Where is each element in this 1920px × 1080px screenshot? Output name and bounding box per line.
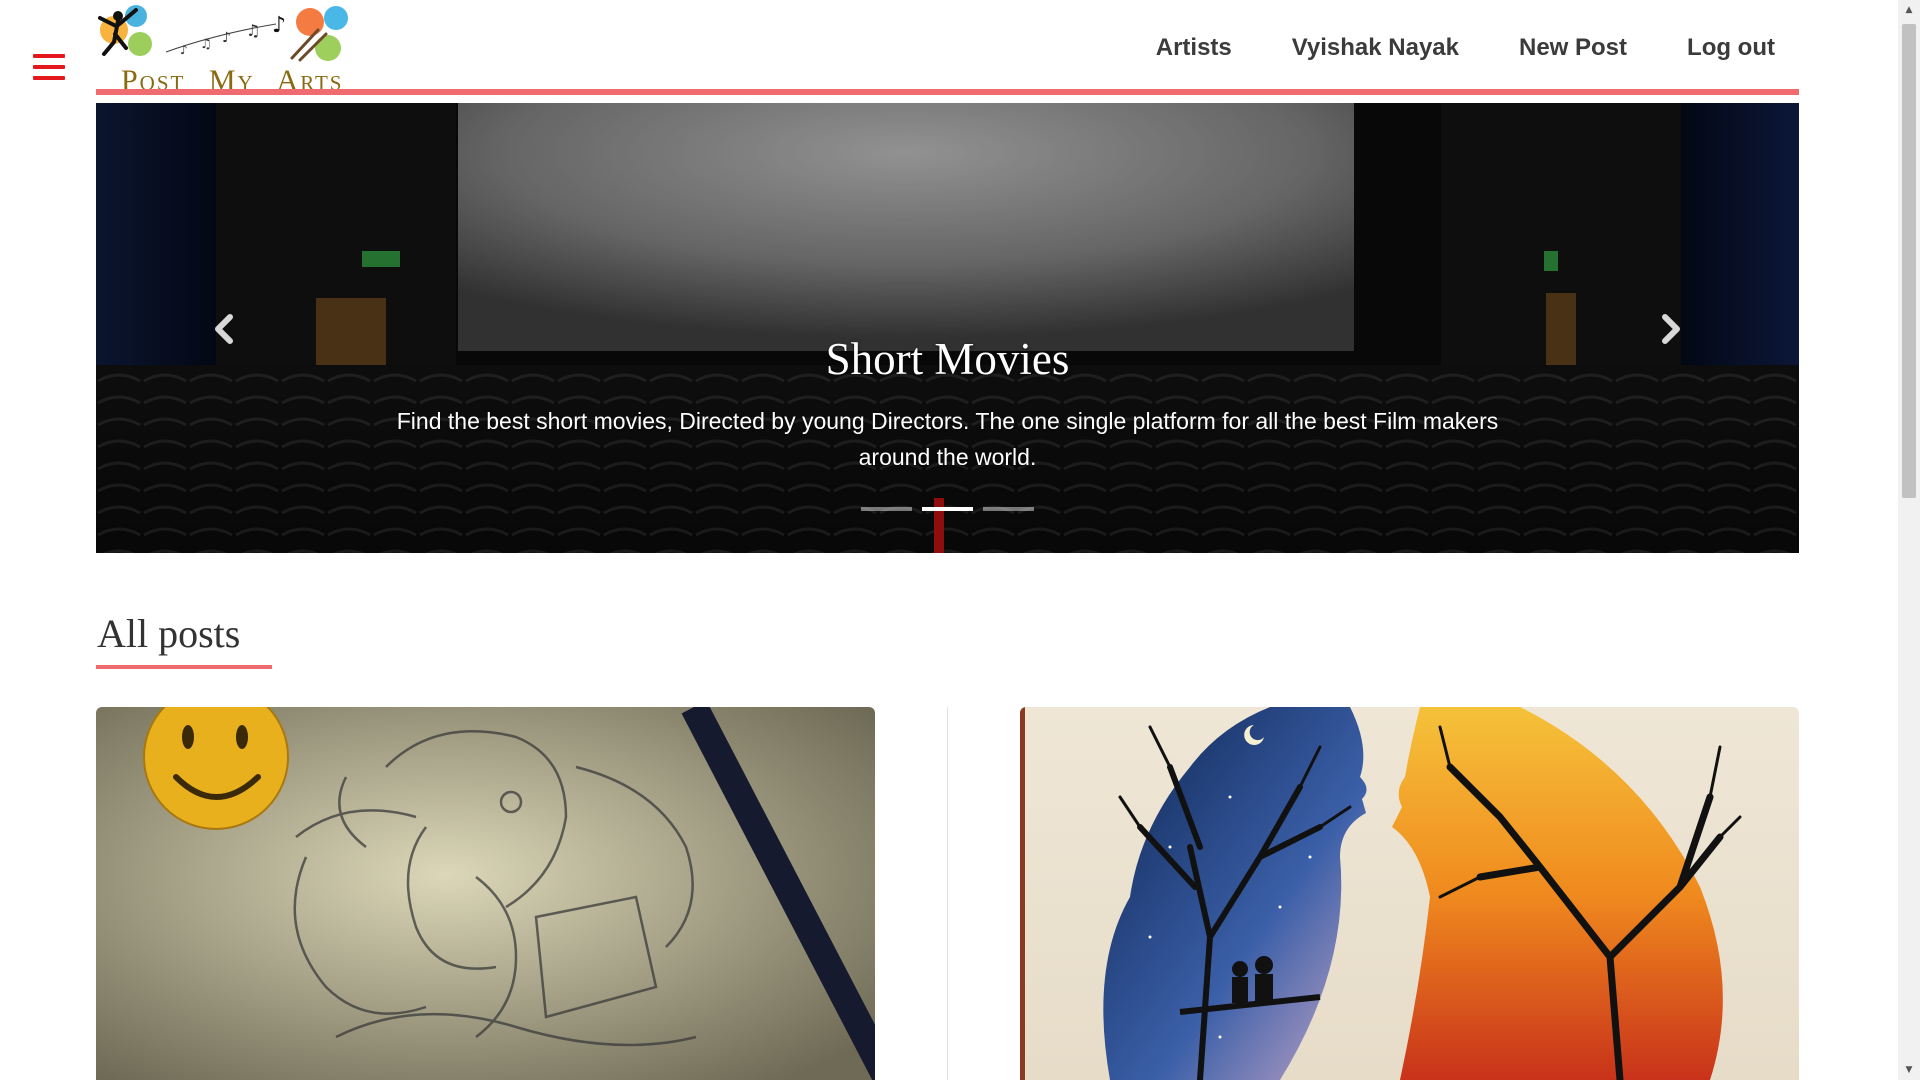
nav-artists[interactable]: Artists xyxy=(1156,34,1232,62)
page-scrollbar[interactable]: ▲ ▼ xyxy=(1898,0,1920,1080)
svg-text:♫: ♫ xyxy=(200,37,212,52)
svg-text:♪: ♪ xyxy=(180,43,188,57)
svg-text:♫: ♫ xyxy=(246,21,260,40)
svg-text:♪: ♪ xyxy=(222,30,231,46)
carousel-caption: Short Movies Find the best short movies,… xyxy=(96,333,1799,475)
carousel-indicator[interactable] xyxy=(983,507,1034,511)
carousel-description: Find the best short movies, Directed by … xyxy=(396,408,1499,470)
main-nav: Artists Vyishak Nayak New Post Log out xyxy=(1156,34,1775,62)
scroll-down-arrow-icon[interactable]: ▼ xyxy=(1898,1060,1920,1080)
section-underline xyxy=(96,665,272,669)
carousel-indicators xyxy=(96,507,1799,511)
nav-user-profile[interactable]: Vyishak Nayak xyxy=(1292,34,1459,62)
post-image-silhouette-painting xyxy=(1020,707,1799,1080)
carousel-indicator[interactable] xyxy=(861,507,912,511)
scroll-up-arrow-icon[interactable]: ▲ xyxy=(1898,0,1920,20)
logo[interactable]: ♪ ♫ ♪ ♫ ♪ Post My Arts xyxy=(96,4,368,97)
hamburger-menu-icon[interactable] xyxy=(33,54,65,82)
header-divider xyxy=(96,89,1799,95)
post-card[interactable] xyxy=(96,707,875,1080)
nav-log-out[interactable]: Log out xyxy=(1687,34,1775,62)
scrollbar-thumb[interactable] xyxy=(1902,24,1916,498)
carousel-slide-image xyxy=(96,103,1799,553)
logo-artwork: ♪ ♫ ♪ ♫ ♪ xyxy=(98,5,348,62)
nav-new-post[interactable]: New Post xyxy=(1519,34,1627,62)
post-image-ganesha-sketch xyxy=(96,707,875,1080)
section-title: All posts xyxy=(97,611,241,656)
svg-text:♪: ♪ xyxy=(272,13,286,38)
carousel-title: Short Movies xyxy=(825,334,1070,384)
post-card[interactable] xyxy=(1020,707,1799,1080)
post-divider xyxy=(947,707,948,1080)
carousel-indicator-active[interactable] xyxy=(922,507,973,511)
hero-carousel: Short Movies Find the best short movies,… xyxy=(96,103,1799,553)
